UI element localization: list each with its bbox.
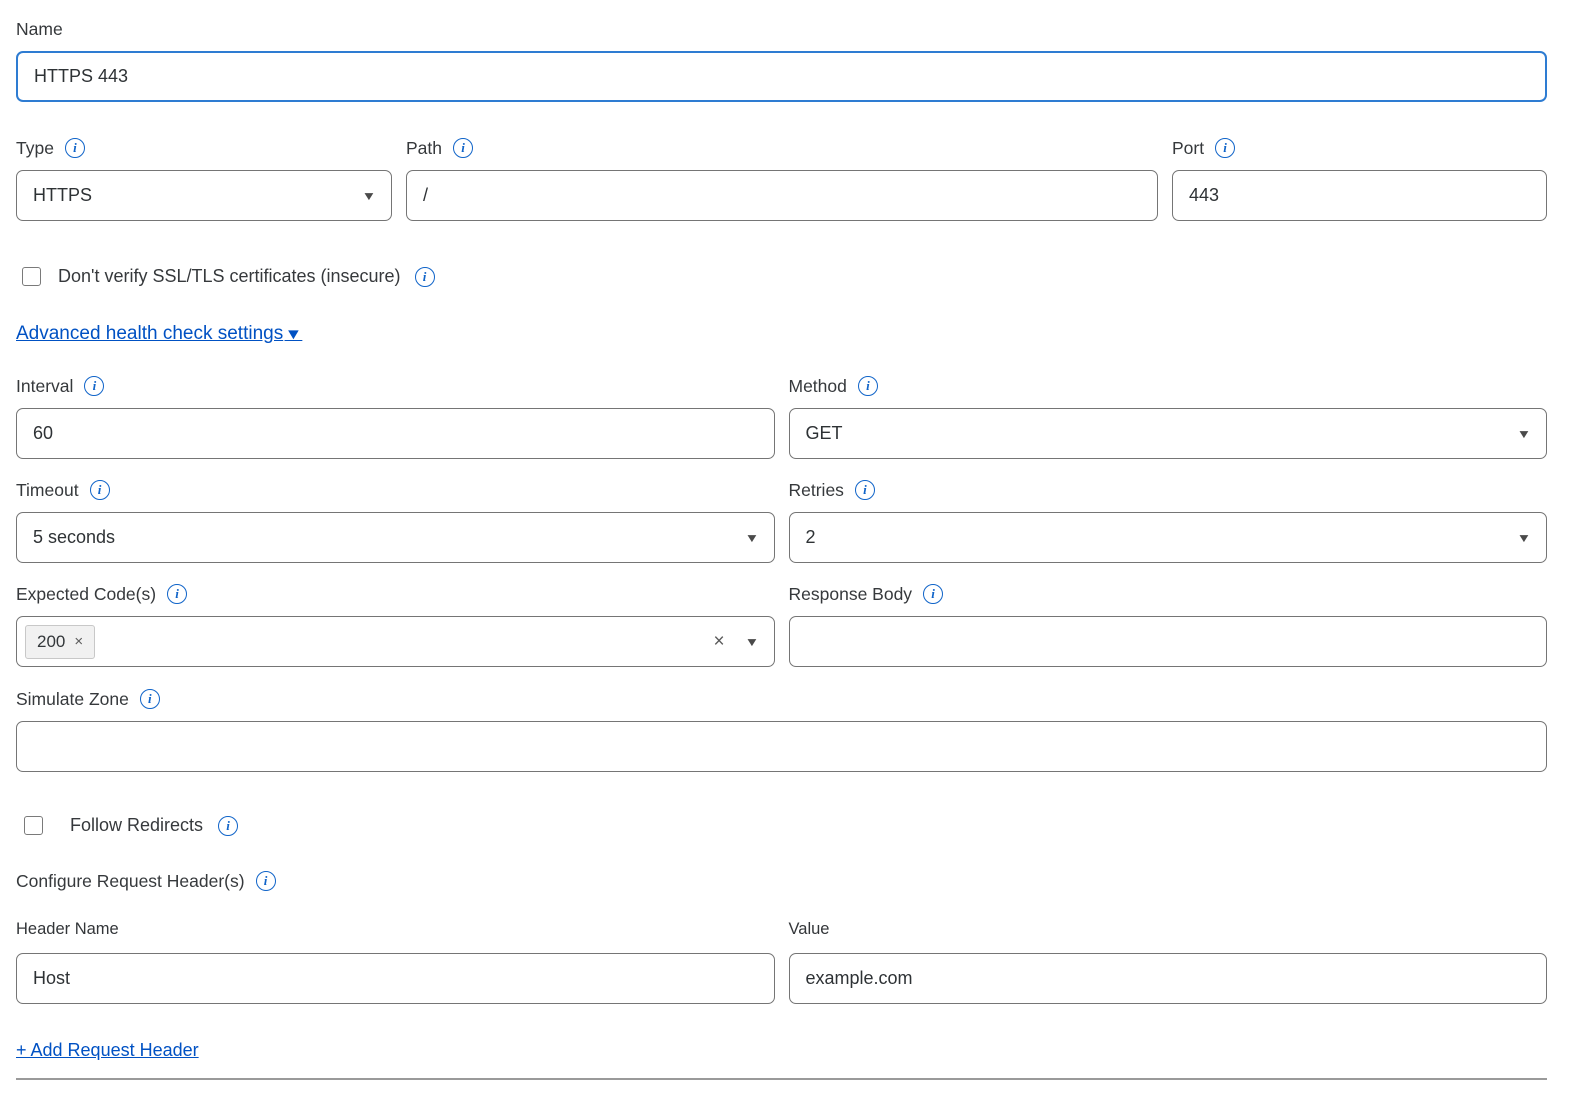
expected-codes-field-group: Expected Code(s) i 200 × × ▼ bbox=[16, 583, 775, 667]
follow-redirects-row: Follow Redirects i bbox=[16, 815, 1547, 836]
header-value-column-label: Value bbox=[789, 920, 1548, 939]
interval-info-icon[interactable]: i bbox=[84, 376, 104, 396]
advanced-settings-row: Advanced health check settings▼ bbox=[16, 323, 1547, 345]
name-label-text: Name bbox=[16, 18, 63, 40]
method-label: Method i bbox=[789, 375, 1548, 397]
request-headers-label-text: Configure Request Header(s) bbox=[16, 870, 245, 892]
ssl-info-icon[interactable]: i bbox=[415, 267, 435, 287]
request-headers-section-label: Configure Request Header(s) i bbox=[16, 870, 1547, 892]
advanced-settings-link[interactable]: Advanced health check settings▼ bbox=[16, 323, 301, 345]
simulate-zone-input[interactable] bbox=[16, 721, 1547, 772]
timeout-select[interactable]: 5 seconds ▼ bbox=[16, 512, 775, 563]
name-input[interactable] bbox=[16, 51, 1547, 102]
chevron-down-icon: ▼ bbox=[1517, 427, 1532, 441]
type-select[interactable]: HTTPS ▼ bbox=[16, 170, 392, 221]
expected-codes-label: Expected Code(s) i bbox=[16, 583, 775, 605]
retries-select[interactable]: 2 ▼ bbox=[789, 512, 1548, 563]
chevron-down-icon: ▼ bbox=[744, 531, 759, 545]
follow-redirects-label: Follow Redirects bbox=[70, 815, 203, 836]
type-select-value: HTTPS bbox=[33, 185, 363, 206]
add-request-header-link[interactable]: + Add Request Header bbox=[16, 1040, 199, 1060]
method-select[interactable]: GET ▼ bbox=[789, 408, 1548, 459]
path-label-text: Path bbox=[406, 137, 442, 159]
interval-input[interactable] bbox=[16, 408, 775, 459]
header-name-column-label: Header Name bbox=[16, 920, 775, 939]
method-label-text: Method bbox=[789, 375, 847, 397]
ssl-checkbox-row: Don't verify SSL/TLS certificates (insec… bbox=[16, 266, 1547, 287]
timeout-retries-row: Timeout i 5 seconds ▼ Retries i 2 ▼ bbox=[16, 479, 1547, 563]
path-field-group: Path i bbox=[406, 137, 1158, 221]
follow-redirects-checkbox[interactable] bbox=[24, 816, 43, 835]
interval-label-text: Interval bbox=[16, 375, 73, 397]
path-input[interactable] bbox=[406, 170, 1158, 221]
method-info-icon[interactable]: i bbox=[858, 376, 878, 396]
timeout-label: Timeout i bbox=[16, 479, 775, 501]
header-name-input[interactable] bbox=[16, 953, 775, 1004]
port-label-text: Port bbox=[1172, 137, 1204, 159]
simulate-zone-info-icon[interactable]: i bbox=[140, 689, 160, 709]
port-input[interactable] bbox=[1172, 170, 1547, 221]
response-body-input[interactable] bbox=[789, 616, 1548, 667]
simulate-zone-label: Simulate Zone i bbox=[16, 688, 1547, 710]
retries-label: Retries i bbox=[789, 479, 1548, 501]
type-field-group: Type i HTTPS ▼ bbox=[16, 137, 392, 221]
timeout-select-value: 5 seconds bbox=[33, 527, 746, 548]
retries-select-value: 2 bbox=[806, 527, 1519, 548]
response-body-info-icon[interactable]: i bbox=[923, 584, 943, 604]
retries-info-icon[interactable]: i bbox=[855, 480, 875, 500]
header-row: Header Name Value bbox=[16, 920, 1547, 1004]
dont-verify-ssl-checkbox[interactable] bbox=[22, 267, 41, 286]
codes-body-row: Expected Code(s) i 200 × × ▼ Response Bo… bbox=[16, 583, 1547, 667]
bottom-divider bbox=[16, 1078, 1547, 1080]
method-field-group: Method i GET ▼ bbox=[789, 375, 1548, 459]
type-label: Type i bbox=[16, 137, 392, 159]
follow-redirects-info-icon[interactable]: i bbox=[218, 816, 238, 836]
port-label: Port i bbox=[1172, 137, 1547, 159]
response-body-label: Response Body i bbox=[789, 583, 1548, 605]
path-label: Path i bbox=[406, 137, 1158, 159]
timeout-info-icon[interactable]: i bbox=[90, 480, 110, 500]
type-path-port-row: Type i HTTPS ▼ Path i Port i bbox=[16, 137, 1547, 221]
retries-label-text: Retries bbox=[789, 479, 844, 501]
advanced-caret-icon: ▼ bbox=[285, 326, 303, 343]
expected-code-chip: 200 × bbox=[25, 625, 95, 659]
retries-field-group: Retries i 2 ▼ bbox=[789, 479, 1548, 563]
type-label-text: Type bbox=[16, 137, 54, 159]
port-field-group: Port i bbox=[1172, 137, 1547, 221]
expected-codes-info-icon[interactable]: i bbox=[167, 584, 187, 604]
request-headers-info-icon[interactable]: i bbox=[256, 871, 276, 891]
name-field-group: Name bbox=[16, 18, 1547, 102]
port-info-icon[interactable]: i bbox=[1215, 138, 1235, 158]
chevron-down-icon: ▼ bbox=[1517, 531, 1532, 545]
advanced-settings-link-text: Advanced health check settings bbox=[16, 323, 283, 345]
name-label: Name bbox=[16, 18, 1547, 40]
header-value-field-group: Value bbox=[789, 920, 1548, 1004]
chevron-down-icon[interactable]: ▼ bbox=[744, 635, 759, 649]
expected-code-chip-value: 200 bbox=[37, 632, 65, 652]
response-body-field-group: Response Body i bbox=[789, 583, 1548, 667]
response-body-label-text: Response Body bbox=[789, 583, 913, 605]
interval-method-row: Interval i Method i GET ▼ bbox=[16, 375, 1547, 459]
path-info-icon[interactable]: i bbox=[453, 138, 473, 158]
chevron-down-icon: ▼ bbox=[362, 189, 377, 203]
clear-all-icon[interactable]: × bbox=[714, 631, 725, 653]
ssl-checkbox-label: Don't verify SSL/TLS certificates (insec… bbox=[58, 266, 401, 287]
type-info-icon[interactable]: i bbox=[65, 138, 85, 158]
add-header-row: + Add Request Header bbox=[16, 1040, 1547, 1061]
header-value-input[interactable] bbox=[789, 953, 1548, 1004]
interval-label: Interval i bbox=[16, 375, 775, 397]
chip-remove-icon[interactable]: × bbox=[74, 633, 83, 650]
interval-field-group: Interval i bbox=[16, 375, 775, 459]
header-name-field-group: Header Name bbox=[16, 920, 775, 1004]
simulate-zone-field-group: Simulate Zone i bbox=[16, 688, 1547, 772]
method-select-value: GET bbox=[806, 423, 1519, 444]
timeout-label-text: Timeout bbox=[16, 479, 79, 501]
expected-codes-multiselect[interactable]: 200 × × ▼ bbox=[16, 616, 775, 667]
expected-codes-label-text: Expected Code(s) bbox=[16, 583, 156, 605]
timeout-field-group: Timeout i 5 seconds ▼ bbox=[16, 479, 775, 563]
simulate-zone-label-text: Simulate Zone bbox=[16, 688, 129, 710]
